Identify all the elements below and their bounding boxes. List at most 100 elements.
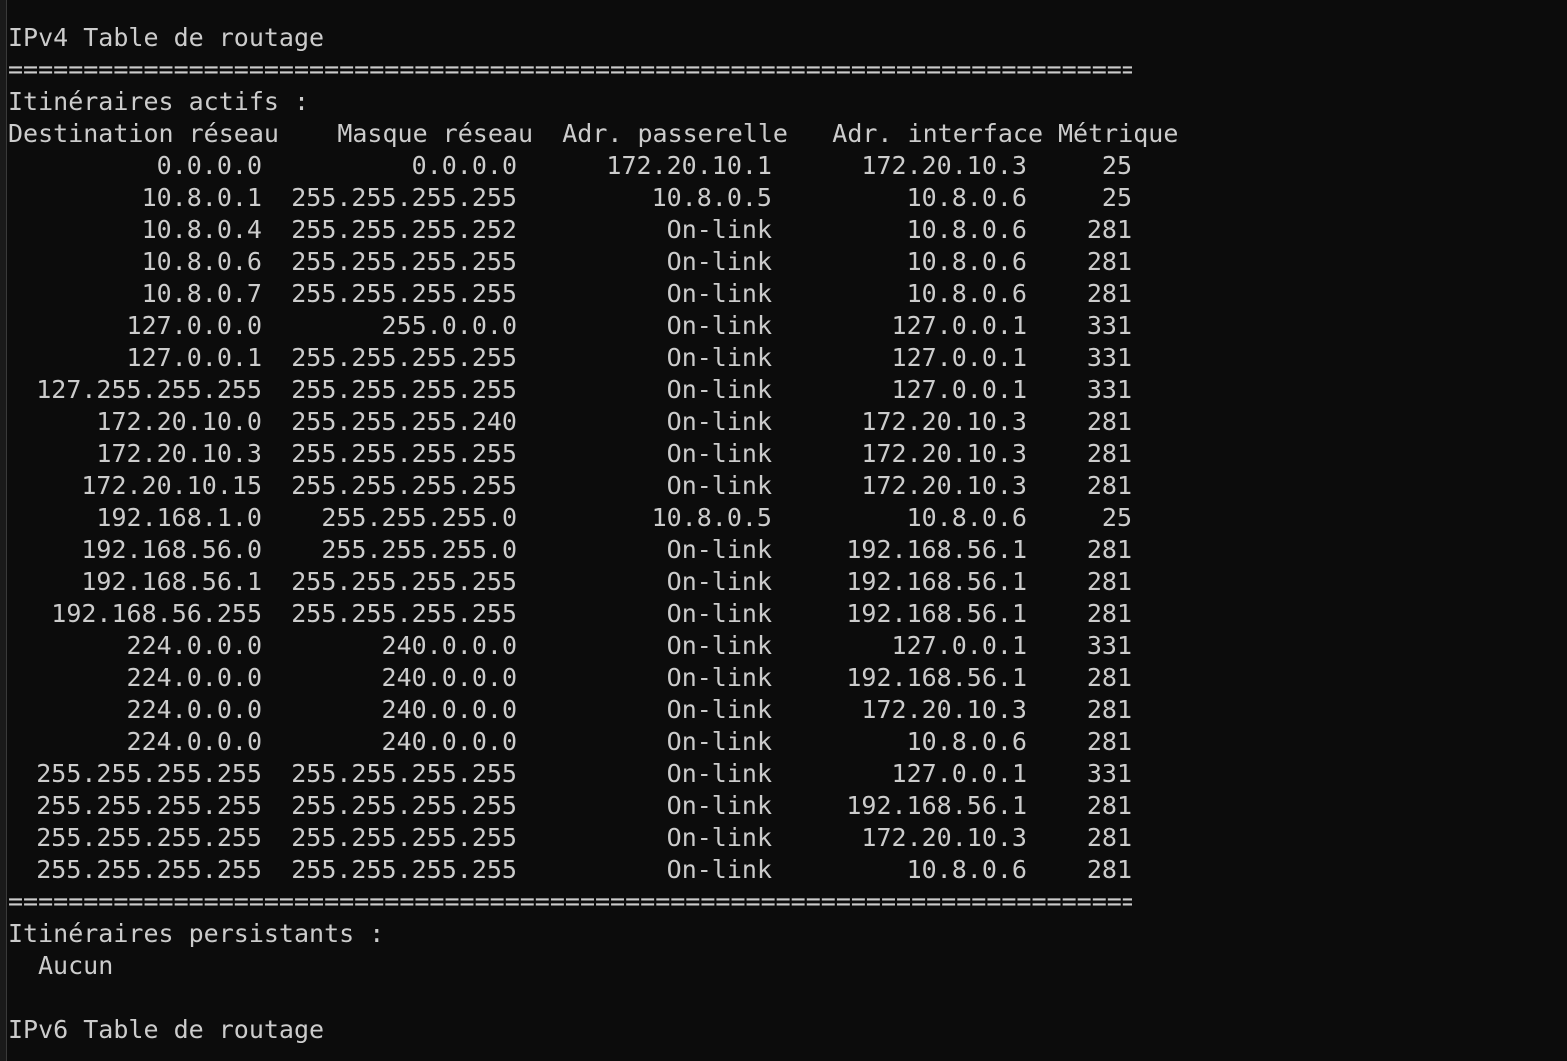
route-metric: 25	[1101, 503, 1132, 532]
route-mask: 240.0.0.0	[381, 727, 517, 756]
route-mask: 255.255.255.255	[291, 439, 517, 468]
route-destination: 10.8.0.7	[141, 279, 262, 308]
route-gateway: On-link	[666, 439, 772, 468]
route-gateway: On-link	[666, 663, 772, 692]
route-gateway: On-link	[666, 311, 772, 340]
route-destination: 172.20.10.15	[81, 471, 262, 500]
table-row: 127.255.255.255 255.255.255.255 On-link 127…	[8, 374, 1178, 406]
route-interface: 172.20.10.3	[861, 823, 1027, 852]
window-left-edge	[0, 0, 7, 1061]
route-mask: 255.255.255.255	[291, 279, 517, 308]
route-metric: 331	[1086, 375, 1132, 404]
route-metric: 281	[1086, 823, 1132, 852]
console-output: IPv4 Table de routage ==================…	[8, 22, 1178, 1046]
route-metric: 281	[1086, 663, 1132, 692]
route-gateway: On-link	[666, 759, 772, 788]
route-gateway: On-link	[666, 727, 772, 756]
route-interface: 127.0.0.1	[891, 759, 1027, 788]
table-row: 255.255.255.255 255.255.255.255 On-link 192…	[8, 790, 1178, 822]
route-gateway: On-link	[666, 471, 772, 500]
route-mask: 255.255.255.255	[291, 375, 517, 404]
routes-table-body: 0.0.0.0 0.0.0.0 172.20.10.1 172.20.10.3 25 10…	[8, 150, 1178, 886]
route-destination: 192.168.1.0	[96, 503, 262, 532]
route-interface: 172.20.10.3	[861, 151, 1027, 180]
route-metric: 281	[1086, 599, 1132, 628]
route-interface: 192.168.56.1	[846, 663, 1027, 692]
route-metric: 331	[1086, 759, 1132, 788]
route-metric: 281	[1086, 727, 1132, 756]
route-mask: 255.0.0.0	[381, 311, 517, 340]
table-row: 224.0.0.0 240.0.0.0 On-link 192.168.56.1 281	[8, 662, 1178, 694]
route-gateway: 10.8.0.5	[651, 503, 772, 532]
route-interface: 127.0.0.1	[891, 375, 1027, 404]
route-metric: 281	[1086, 791, 1132, 820]
table-row: 224.0.0.0 240.0.0.0 On-link 172.20.10.3 281	[8, 694, 1178, 726]
route-destination: 192.168.56.255	[51, 599, 262, 628]
route-interface: 127.0.0.1	[891, 631, 1027, 660]
route-gateway: On-link	[666, 535, 772, 564]
column-header-metric: Métrique	[1058, 119, 1179, 148]
separator-top: ========================================…	[8, 55, 1132, 84]
route-destination: 10.8.0.1	[141, 183, 262, 212]
route-gateway: On-link	[666, 855, 772, 884]
table-row: 224.0.0.0 240.0.0.0 On-link 127.0.0.1 331	[8, 630, 1178, 662]
route-destination: 192.168.56.1	[81, 567, 262, 596]
route-destination: 192.168.56.0	[81, 535, 262, 564]
route-destination: 10.8.0.6	[141, 247, 262, 276]
table-row: 10.8.0.1 255.255.255.255 10.8.0.5 10.8.0.6 2…	[8, 182, 1178, 214]
table-row: 192.168.56.1 255.255.255.255 On-link 192.16…	[8, 566, 1178, 598]
route-metric: 281	[1086, 247, 1132, 276]
route-destination: 224.0.0.0	[126, 727, 262, 756]
route-mask: 255.255.255.255	[291, 759, 517, 788]
route-interface: 10.8.0.6	[906, 183, 1027, 212]
route-interface: 192.168.56.1	[846, 599, 1027, 628]
route-mask: 0.0.0.0	[411, 151, 517, 180]
route-destination: 127.0.0.1	[126, 343, 262, 372]
table-row: 0.0.0.0 0.0.0.0 172.20.10.1 172.20.10.3 25	[8, 150, 1178, 182]
route-gateway: On-link	[666, 247, 772, 276]
route-mask: 255.255.255.0	[321, 503, 517, 532]
table-row: 192.168.1.0 255.255.255.0 10.8.0.5 10.8.0.6…	[8, 502, 1178, 534]
route-metric: 331	[1086, 631, 1132, 660]
route-gateway: 172.20.10.1	[606, 151, 772, 180]
route-metric: 281	[1086, 535, 1132, 564]
route-interface: 10.8.0.6	[906, 279, 1027, 308]
table-row: 10.8.0.7 255.255.255.255 On-link 10.8.0.6 28…	[8, 278, 1178, 310]
table-row: 172.20.10.3 255.255.255.255 On-link 172.20.…	[8, 438, 1178, 470]
route-interface: 172.20.10.3	[861, 439, 1027, 468]
route-destination: 224.0.0.0	[126, 695, 262, 724]
route-mask: 255.255.255.240	[291, 407, 517, 436]
route-metric: 281	[1086, 471, 1132, 500]
route-interface: 192.168.56.1	[846, 791, 1027, 820]
route-interface: 10.8.0.6	[906, 855, 1027, 884]
route-mask: 255.255.255.255	[291, 599, 517, 628]
route-interface: 10.8.0.6	[906, 503, 1027, 532]
persistent-routes-label: Itinéraires persistants :	[8, 919, 385, 948]
route-destination: 255.255.255.255	[36, 791, 262, 820]
table-row: 255.255.255.255 255.255.255.255 On-link 10.…	[8, 854, 1178, 886]
route-metric: 25	[1101, 183, 1132, 212]
route-mask: 255.255.255.255	[291, 471, 517, 500]
route-interface: 192.168.56.1	[846, 567, 1027, 596]
table-row: 255.255.255.255 255.255.255.255 On-link 172…	[8, 822, 1178, 854]
route-mask: 255.255.255.255	[291, 343, 517, 372]
route-interface: 172.20.10.3	[861, 407, 1027, 436]
route-metric: 281	[1086, 215, 1132, 244]
route-gateway: 10.8.0.5	[651, 183, 772, 212]
route-gateway: On-link	[666, 599, 772, 628]
route-mask: 255.255.255.252	[291, 215, 517, 244]
table-header-row: Destination réseau Masque réseau Adr. pass…	[8, 118, 1178, 150]
route-destination: 255.255.255.255	[36, 759, 262, 788]
route-interface: 10.8.0.6	[906, 727, 1027, 756]
route-mask: 255.255.255.255	[291, 855, 517, 884]
console-window[interactable]: IPv4 Table de routage ==================…	[0, 0, 1567, 1061]
route-mask: 255.255.255.255	[291, 791, 517, 820]
route-mask: 240.0.0.0	[381, 631, 517, 660]
route-interface: 127.0.0.1	[891, 343, 1027, 372]
table-row: 192.168.56.255 255.255.255.255 On-link 192.…	[8, 598, 1178, 630]
route-destination: 224.0.0.0	[126, 663, 262, 692]
table-row: 192.168.56.0 255.255.255.0 On-link 192.168.…	[8, 534, 1178, 566]
route-metric: 281	[1086, 695, 1132, 724]
route-mask: 255.255.255.255	[291, 823, 517, 852]
